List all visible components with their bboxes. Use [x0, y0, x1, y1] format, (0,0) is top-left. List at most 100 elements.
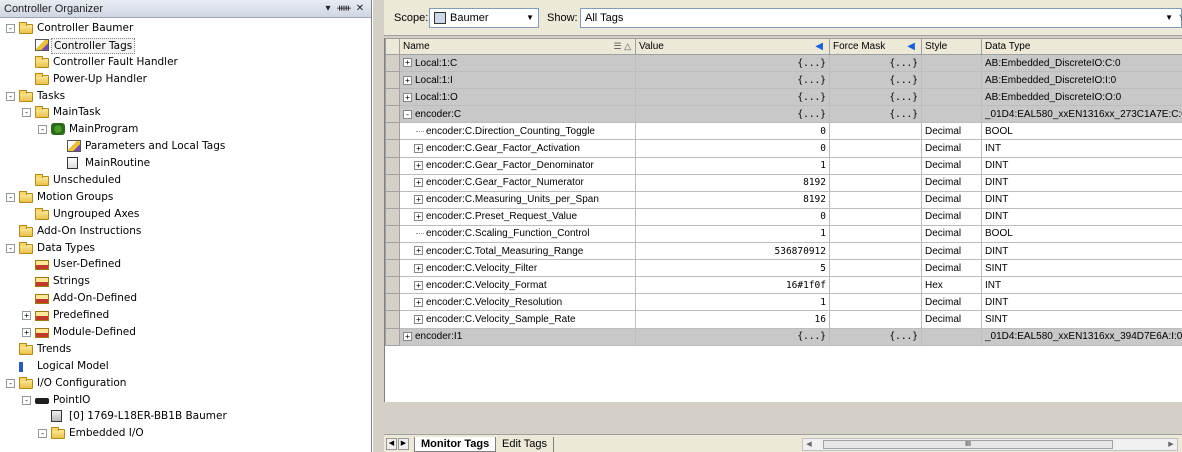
tree-item[interactable]: - Tasks	[0, 88, 371, 105]
style-cell[interactable]: Decimal	[921, 207, 982, 226]
collapse-icon[interactable]: -	[38, 125, 47, 135]
row-selector[interactable]	[385, 190, 400, 209]
expand-icon[interactable]: +	[414, 314, 423, 324]
tree-item[interactable]: User-Defined	[0, 256, 371, 273]
column-header-force-mask[interactable]: Force Mask ◀	[829, 38, 922, 55]
row-selector[interactable]	[385, 242, 400, 261]
force-mask-cell[interactable]	[829, 173, 922, 192]
force-mask-cell[interactable]	[829, 156, 922, 175]
tree-item[interactable]: Trends	[0, 341, 371, 358]
tag-value-cell[interactable]: 16#1f0f	[635, 276, 830, 295]
data-type-cell[interactable]: BOOL	[981, 224, 1182, 244]
data-type-cell[interactable]: SINT	[981, 310, 1182, 329]
row-selector[interactable]	[385, 276, 400, 295]
row-selector[interactable]	[385, 122, 400, 141]
tag-name-cell[interactable]: + encoder:C.Velocity_Sample_Rate	[399, 310, 636, 329]
tag-name-cell[interactable]: + encoder:C.Measuring_Units_per_Span	[399, 190, 636, 209]
tree-item[interactable]: MainRoutine	[0, 155, 371, 172]
expand-icon[interactable]: +	[414, 263, 423, 273]
style-cell[interactable]	[921, 71, 982, 90]
collapse-icon[interactable]: -	[6, 91, 15, 101]
style-cell[interactable]: Decimal	[921, 139, 982, 158]
tag-value-cell[interactable]: 0	[635, 139, 830, 158]
pin-icon[interactable]: ᚔ	[337, 3, 351, 14]
column-header-name[interactable]: Name ☰ △	[399, 38, 636, 55]
row-selector[interactable]	[385, 53, 400, 73]
collapse-icon[interactable]: -	[22, 395, 31, 405]
column-header-style[interactable]: Style	[921, 38, 982, 55]
row-selector[interactable]	[385, 310, 400, 329]
data-type-cell[interactable]: _01D4:EAL580_xxEN1316xx_273C1A7E:C:0	[981, 105, 1182, 124]
data-type-cell[interactable]: DINT	[981, 156, 1182, 175]
tag-value-cell[interactable]: 5	[635, 259, 830, 278]
scroll-right-icon[interactable]: ▶	[1165, 439, 1177, 450]
style-cell[interactable]	[921, 327, 982, 346]
tree-item[interactable]: - Controller Baumer	[0, 20, 371, 37]
expand-icon[interactable]: +	[414, 195, 423, 205]
force-mask-cell[interactable]	[829, 122, 922, 141]
table-row[interactable]: + encoder:C.Gear_Factor_Numerator 8192 Deci…	[385, 173, 1182, 192]
tree-item[interactable]: + Module-Defined	[0, 324, 371, 341]
collapse-icon[interactable]: -	[38, 429, 47, 439]
style-cell[interactable]: Decimal	[921, 156, 982, 175]
row-selector[interactable]	[385, 88, 400, 107]
force-mask-cell[interactable]	[829, 224, 922, 244]
style-cell[interactable]	[921, 88, 982, 107]
tag-value-cell[interactable]: 1	[635, 156, 830, 175]
style-cell[interactable]	[921, 105, 982, 124]
style-cell[interactable]: Hex	[921, 276, 982, 295]
tab-edit-tags[interactable]: Edit Tags	[496, 437, 555, 452]
collapse-icon[interactable]: -	[6, 243, 15, 253]
data-type-cell[interactable]: AB:Embedded_DiscreteIO:C:0	[981, 53, 1182, 73]
tree-item[interactable]: - Motion Groups	[0, 189, 371, 206]
table-row[interactable]: + encoder:I1 {...} {...} _01D4:EAL580_xxEN13…	[385, 327, 1182, 346]
chevron-down-icon[interactable]: ▼	[1165, 9, 1173, 27]
tag-name-cell[interactable]: + Local:1:C	[399, 53, 636, 73]
tag-name-cell[interactable]: + encoder:C.Velocity_Resolution	[399, 293, 636, 312]
tag-name-cell[interactable]: + Local:1:I	[399, 71, 636, 90]
table-row[interactable]: encoder:C.Direction_Counting_Toggle 0 Deci…	[385, 122, 1182, 141]
style-cell[interactable]: Decimal	[921, 122, 982, 141]
tree-item[interactable]: Power-Up Handler	[0, 71, 371, 88]
data-type-cell[interactable]: AB:Embedded_DiscreteIO:I:0	[981, 71, 1182, 90]
horizontal-scrollbar[interactable]: ◀ III ▶	[802, 438, 1178, 451]
table-row[interactable]: + encoder:C.Velocity_Sample_Rate 16 Decimal…	[385, 310, 1182, 329]
row-selector-header[interactable]	[385, 38, 400, 55]
expand-icon[interactable]: +	[414, 160, 423, 170]
tag-value-cell[interactable]: {...}	[635, 105, 830, 124]
expand-icon[interactable]: +	[403, 58, 412, 68]
row-selector[interactable]	[385, 105, 400, 124]
force-mask-cell[interactable]: {...}	[829, 71, 922, 90]
expand-icon[interactable]: +	[414, 143, 423, 153]
force-mask-cell[interactable]	[829, 190, 922, 209]
column-header-value[interactable]: Value ◀	[635, 38, 830, 55]
tree-item[interactable]: - Data Types	[0, 240, 371, 257]
row-selector[interactable]	[385, 327, 400, 346]
force-mask-cell[interactable]	[829, 293, 922, 312]
data-type-cell[interactable]: DINT	[981, 293, 1182, 312]
tag-value-cell[interactable]: 8192	[635, 173, 830, 192]
collapse-icon[interactable]: -	[6, 24, 15, 33]
table-row[interactable]: + encoder:C.Gear_Factor_Activation 0 Decima…	[385, 139, 1182, 158]
tab-scroll-left-icon[interactable]: ◀	[386, 438, 397, 450]
tag-value-cell[interactable]: 1	[635, 293, 830, 312]
column-header-data-type[interactable]: Data Type	[981, 38, 1182, 55]
tree-item[interactable]: Unscheduled	[0, 172, 371, 189]
scope-select[interactable]: Baumer ▼	[429, 8, 539, 28]
table-row[interactable]: + encoder:C.Velocity_Format 16#1f0f Hex INT	[385, 276, 1182, 295]
row-selector[interactable]	[385, 207, 400, 226]
data-type-cell[interactable]: SINT	[981, 259, 1182, 278]
tag-name-cell[interactable]: + encoder:C.Velocity_Format	[399, 276, 636, 295]
table-row[interactable]: + encoder:C.Total_Measuring_Range 53687091…	[385, 242, 1182, 261]
tag-value-cell[interactable]: 0	[635, 207, 830, 226]
tag-value-cell[interactable]: 16	[635, 310, 830, 329]
force-mask-cell[interactable]	[829, 207, 922, 226]
row-selector[interactable]	[385, 293, 400, 312]
tree-item[interactable]: Controller Fault Handler	[0, 54, 371, 71]
expand-icon[interactable]: +	[414, 178, 423, 188]
style-cell[interactable]: Decimal	[921, 259, 982, 278]
collapse-icon[interactable]: -	[22, 108, 31, 118]
style-cell[interactable]: Decimal	[921, 293, 982, 312]
tree-item[interactable]: Add-On Instructions	[0, 223, 371, 240]
data-type-cell[interactable]: _01D4:EAL580_xxEN1316xx_394D7E6A:I:0	[981, 327, 1182, 346]
